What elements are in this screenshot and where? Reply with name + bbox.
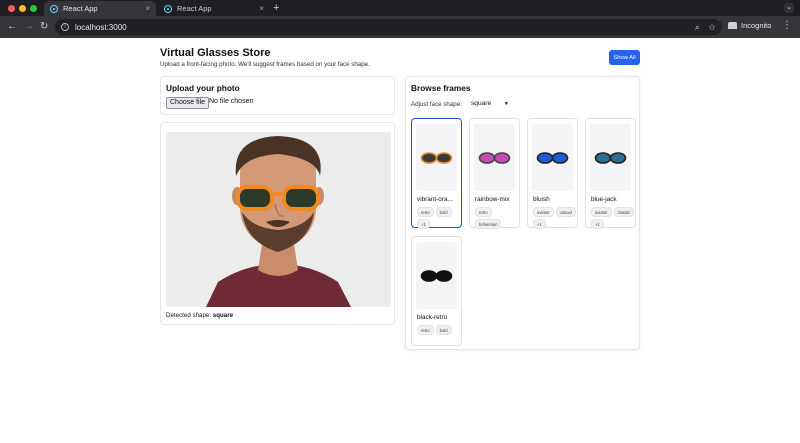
frame-tags: retro bold — [417, 325, 462, 335]
frame-name: rainbow-mix — [475, 196, 510, 203]
glasses-icon — [420, 270, 453, 282]
browser-tab-bar: React App × React App × + ⌄ — [0, 0, 800, 16]
upload-title: Upload your photo — [166, 83, 240, 93]
incognito-label: Incognito — [741, 21, 772, 30]
frame-tag: aviator — [533, 207, 554, 217]
frame-tag: retro — [475, 207, 492, 217]
detected-shape-value: square — [212, 312, 234, 319]
frame-tag: retro — [417, 207, 434, 217]
tab-title: React App — [63, 4, 98, 13]
minimize-window-icon[interactable] — [19, 5, 26, 12]
tab-title: React App — [177, 4, 212, 13]
incognito-icon — [728, 22, 737, 29]
bookmark-star-icon[interactable]: ☆ — [708, 22, 716, 33]
frame-tag: +1 — [591, 219, 604, 229]
glasses-icon — [594, 152, 627, 164]
upload-card: Upload your photo Choose file No file ch… — [160, 76, 395, 115]
frame-thumbnail — [416, 124, 457, 191]
url-text[interactable]: localhost:3000 — [75, 23, 687, 32]
detected-shape: Detected shape: square — [166, 312, 233, 319]
frame-tags: retro bohemian — [475, 207, 520, 229]
frame-thumbnail — [532, 124, 573, 191]
browser-toolbar: ← → ↻ i localhost:3000 ⌕ ☆ Incognito ⋮ — [0, 16, 800, 38]
face-shape-label: Adjust face shape: — [411, 101, 462, 108]
reload-icon[interactable]: ↻ — [40, 21, 48, 33]
frame-tags: aviator classic +1 — [591, 207, 636, 229]
frame-thumbnail — [474, 124, 515, 191]
tab-search-icon[interactable]: ⌄ — [784, 3, 794, 13]
frame-tag: classic — [613, 207, 635, 217]
tab-close-icon[interactable]: × — [145, 4, 150, 13]
frame-name: blue-jack — [591, 196, 617, 203]
chevron-down-icon: ▼ — [504, 101, 509, 107]
frame-tag: aviator — [591, 207, 612, 217]
frame-thumbnail — [416, 242, 457, 309]
show-all-button[interactable]: Show All — [609, 50, 640, 65]
maximize-window-icon[interactable] — [30, 5, 37, 12]
browse-title: Browse frames — [411, 83, 471, 93]
frame-tag: bohemian — [475, 219, 502, 229]
frame-card[interactable]: black-retro retro bold — [411, 236, 462, 346]
face-shape-value: square — [471, 100, 492, 107]
react-favicon-icon — [164, 4, 172, 13]
browser-tab-1[interactable]: React App × — [44, 1, 156, 16]
react-favicon-icon — [50, 4, 58, 13]
browser-menu-icon[interactable]: ⋮ — [782, 20, 792, 31]
frame-thumbnail — [590, 124, 631, 191]
frame-tag: +1 — [533, 219, 546, 229]
frame-card[interactable]: bluish aviator casual +1 — [527, 118, 578, 229]
site-info-icon[interactable]: i — [61, 23, 69, 31]
zoom-icon[interactable]: ⌕ — [695, 22, 700, 33]
portrait-illustration — [166, 132, 391, 307]
frame-name: bluish — [533, 196, 550, 203]
frame-card[interactable]: blue-jack aviator classic +1 — [585, 118, 636, 229]
preview-card: Detected shape: square — [160, 122, 395, 325]
frame-tags: retro bold +1 — [417, 207, 462, 229]
choose-file-button[interactable]: Choose file — [166, 97, 210, 109]
page-title: Virtual Glasses Store — [160, 47, 271, 59]
glasses-icon — [536, 152, 569, 164]
glasses-icon — [478, 152, 511, 164]
browser-tab-2[interactable]: React App × — [158, 1, 270, 16]
frame-card[interactable]: vibrant-ora... retro bold +1 — [411, 118, 462, 229]
close-window-icon[interactable] — [8, 5, 15, 12]
frame-name: black-retro — [417, 314, 448, 321]
incognito-indicator[interactable]: Incognito — [728, 21, 771, 30]
new-tab-button[interactable]: + — [273, 2, 279, 14]
face-shape-select[interactable]: square ▼ — [468, 98, 511, 110]
back-arrow-icon[interactable]: ← — [7, 21, 17, 33]
tab-close-icon[interactable]: × — [259, 4, 264, 13]
frame-tag: bold — [435, 325, 452, 335]
address-bar[interactable]: i localhost:3000 ⌕ ☆ — [55, 19, 722, 35]
frame-tag: +1 — [417, 219, 430, 229]
frame-tags: aviator casual +1 — [533, 207, 578, 229]
frame-name: vibrant-ora... — [417, 196, 453, 203]
frame-tag: retro — [417, 325, 434, 335]
detected-shape-label: Detected shape: — [166, 312, 212, 319]
forward-arrow-icon[interactable]: → — [24, 21, 34, 33]
glasses-icon — [420, 152, 453, 164]
file-status: No file chosen — [209, 98, 254, 105]
frame-tag: casual — [555, 207, 576, 217]
browse-frames-card: Browse frames Adjust face shape: square … — [405, 76, 640, 350]
frame-card[interactable]: rainbow-mix retro bohemian — [469, 118, 520, 229]
page: Virtual Glasses Store Upload a front-fac… — [0, 38, 800, 443]
page-subtitle: Upload a front-facing photo. We'll sugge… — [160, 61, 370, 68]
face-photo — [166, 132, 391, 307]
frame-tag: bold — [435, 207, 452, 217]
